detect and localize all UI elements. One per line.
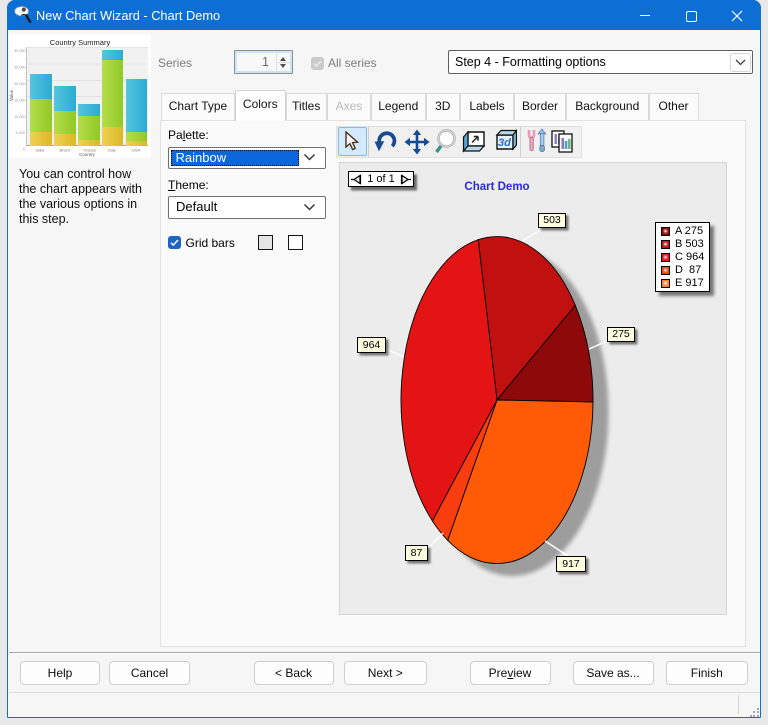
svg-text:3d: 3d xyxy=(498,137,511,149)
